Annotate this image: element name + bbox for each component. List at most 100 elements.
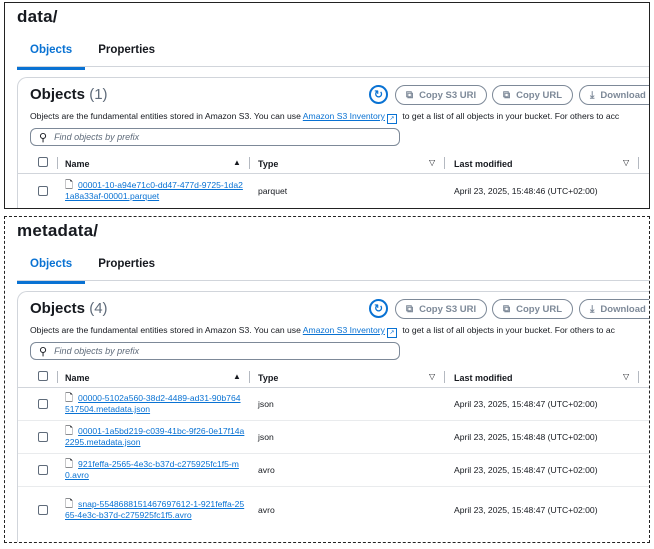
refresh-icon: ↻ [373, 89, 384, 101]
tab-properties[interactable]: Properties [85, 39, 168, 67]
row-checkbox[interactable] [38, 186, 48, 196]
refresh-button[interactable]: ↻ [369, 85, 388, 104]
search-input[interactable] [54, 132, 375, 142]
column-divider[interactable] [638, 371, 639, 383]
download-label: Download [600, 89, 646, 101]
table-row: 🗋 00001-1a5bd219-c039-41bc-9f26-0e17f14a2… [18, 421, 649, 454]
sort-icon[interactable]: ▽ [429, 372, 435, 381]
object-name-cell: 🗋 00000-5102a560-38d2-4489-ad31-90b764517… [65, 393, 245, 415]
objects-heading: Objects (1) [30, 86, 108, 103]
refresh-button[interactable]: ↻ [369, 299, 388, 318]
select-all-checkbox[interactable] [38, 157, 48, 167]
column-header-last-modified[interactable]: Last modified [454, 373, 513, 383]
object-type: avro [258, 505, 275, 515]
objects-count: (4) [89, 300, 108, 317]
tab-bar: Objects Properties [17, 39, 168, 70]
folder-title: data/ [17, 7, 58, 26]
objects-heading: Objects (4) [30, 300, 108, 317]
column-divider[interactable] [249, 157, 250, 169]
search-icon: ⚲ [39, 345, 48, 358]
search-box: ⚲ [30, 342, 400, 360]
table-header: Name ▲ Type ▽ Last modified ▽ [18, 368, 649, 388]
object-type: avro [258, 465, 275, 475]
column-header-name[interactable]: Name [65, 159, 90, 169]
copy-url-button[interactable]: ⧉ Copy URL [492, 299, 574, 319]
copy-icon: ⧉ [503, 303, 511, 315]
description-text-before: Objects are the fundamental entities sto… [30, 111, 303, 121]
column-header-type[interactable]: Type [258, 159, 278, 169]
column-divider[interactable] [444, 157, 445, 169]
search-input[interactable] [54, 346, 375, 356]
copy-url-label: Copy URL [516, 89, 563, 101]
tab-divider [17, 66, 649, 67]
table-row: 🗋 921feffa-2565-4e3c-b37d-c275925fc1f5-m0… [18, 454, 649, 487]
object-name-cell: 🗋 snap-5548688151467697612-1-921feffa-256… [65, 499, 245, 521]
row-checkbox[interactable] [38, 465, 48, 475]
object-link[interactable]: snap-5548688151467697612-1-921feffa-2565… [65, 499, 244, 520]
s3-inventory-link[interactable]: Amazon S3 Inventory [303, 111, 385, 121]
data-folder-panel: data/ Objects Properties Objects (1) ↻ ⧉… [4, 2, 650, 209]
copy-s3-uri-button[interactable]: ⧉ Copy S3 URI [395, 299, 488, 319]
select-all-checkbox[interactable] [38, 371, 48, 381]
refresh-icon: ↻ [373, 303, 384, 315]
sort-icon[interactable]: ▽ [623, 158, 629, 167]
copy-icon: ⧉ [503, 89, 511, 101]
object-link[interactable]: 00001-1a5bd219-c039-41bc-9f26-0e17f14a22… [65, 426, 244, 447]
copy-url-button[interactable]: ⧉ Copy URL [492, 85, 574, 105]
column-divider[interactable] [249, 371, 250, 383]
object-type: json [258, 432, 274, 442]
column-header-name[interactable]: Name [65, 373, 90, 383]
row-checkbox[interactable] [38, 505, 48, 515]
objects-heading-label: Objects [30, 300, 86, 317]
column-divider [57, 371, 58, 383]
sort-ascending-icon[interactable]: ▲ [233, 158, 241, 167]
objects-card: Objects (1) ↻ ⧉ Copy S3 URI ⧉ Copy URL ⤓ Do… [17, 77, 649, 208]
download-icon: ⤓ [590, 303, 595, 315]
search-icon: ⚲ [39, 131, 48, 144]
file-icon: 🗋 [65, 426, 74, 437]
object-type: json [258, 399, 274, 409]
sort-ascending-icon[interactable]: ▲ [233, 372, 241, 381]
copy-s3-uri-label: Copy S3 URI [419, 303, 477, 315]
copy-s3-uri-label: Copy S3 URI [419, 89, 477, 101]
objects-count: (1) [89, 86, 108, 103]
file-icon: 🗋 [65, 393, 74, 404]
object-link[interactable]: 921feffa-2565-4e3c-b37d-c275925fc1f5-m0.… [65, 459, 239, 480]
search-box: ⚲ [30, 128, 400, 146]
column-divider[interactable] [444, 371, 445, 383]
row-checkbox[interactable] [38, 399, 48, 409]
description-text-after: to get a list of all objects in your buc… [399, 325, 615, 335]
download-icon: ⤓ [590, 89, 595, 101]
row-checkbox[interactable] [38, 432, 48, 442]
copy-s3-uri-button[interactable]: ⧉ Copy S3 URI [395, 85, 488, 105]
sort-icon[interactable]: ▽ [429, 158, 435, 167]
description-text-before: Objects are the fundamental entities sto… [30, 325, 303, 335]
objects-description: Objects are the fundamental entities sto… [30, 325, 649, 338]
column-divider[interactable] [638, 157, 639, 169]
file-icon: 🗋 [65, 180, 74, 191]
objects-card: Objects (4) ↻ ⧉ Copy S3 URI ⧉ Copy URL ⤓ Do… [17, 291, 649, 542]
objects-heading-label: Objects [30, 86, 86, 103]
object-link[interactable]: 00000-5102a560-38d2-4489-ad31-90b7645175… [65, 393, 241, 414]
download-label: Download [600, 303, 646, 315]
s3-inventory-link[interactable]: Amazon S3 Inventory [303, 325, 385, 335]
column-header-type[interactable]: Type [258, 373, 278, 383]
download-button[interactable]: ⤓ Download [579, 85, 649, 105]
download-button[interactable]: ⤓ Download [579, 299, 649, 319]
column-divider [57, 157, 58, 169]
column-header-last-modified[interactable]: Last modified [454, 159, 513, 169]
object-link[interactable]: 00001-10-a94e71c0-dd47-477d-9725-1da21a8… [65, 180, 243, 201]
objects-description: Objects are the fundamental entities sto… [30, 111, 649, 124]
tab-properties[interactable]: Properties [85, 253, 168, 281]
object-last-modified: April 23, 2025, 15:48:47 (UTC+02:00) [454, 399, 598, 409]
copy-url-label: Copy URL [516, 303, 563, 315]
external-link-icon: ↗ [386, 114, 397, 124]
tab-divider [17, 280, 649, 281]
file-icon: 🗋 [65, 499, 74, 510]
external-link-icon: ↗ [386, 328, 397, 338]
table-row: 🗋 00001-10-a94e71c0-dd47-477d-9725-1da21a… [18, 174, 649, 208]
file-icon: 🗋 [65, 459, 74, 470]
description-text-after: to get a list of all objects in your buc… [399, 111, 620, 121]
object-type: parquet [258, 186, 288, 196]
sort-icon[interactable]: ▽ [623, 372, 629, 381]
